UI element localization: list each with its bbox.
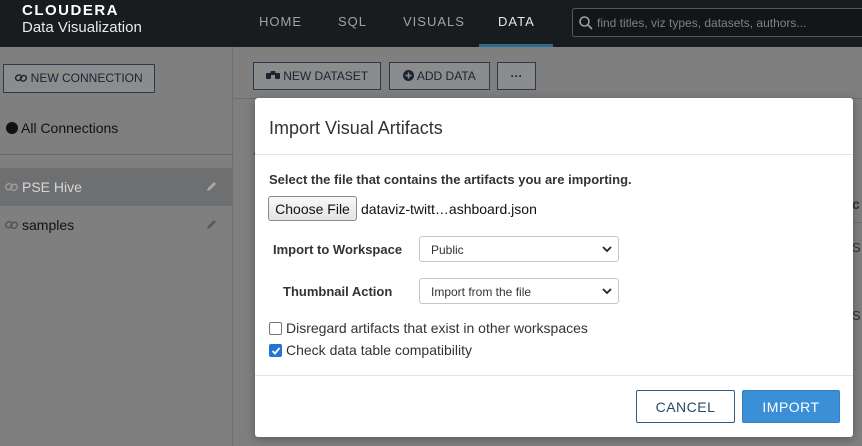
nav-sql[interactable]: SQL xyxy=(338,14,367,29)
search-icon xyxy=(579,16,593,30)
disregard-artifacts-label: Disregard artifacts that exist in other … xyxy=(286,320,588,336)
add-data-label: ADD DATA xyxy=(416,69,476,83)
pencil-icon[interactable] xyxy=(205,218,218,231)
chevron-down-icon xyxy=(602,246,612,253)
sidebar-item-samples[interactable]: samples xyxy=(0,206,233,244)
link-icon xyxy=(15,74,28,82)
dialog-title: Import Visual Artifacts xyxy=(269,118,443,138)
nav-data[interactable]: DATA xyxy=(498,14,535,29)
search-input[interactable] xyxy=(597,13,857,33)
column-header-fragment: c xyxy=(852,196,860,212)
plus-circle-icon xyxy=(403,70,415,81)
sidebar-item-label: samples xyxy=(22,217,75,233)
sidebar-item-pse-hive[interactable]: PSE Hive xyxy=(0,168,233,206)
brand-product: Data Visualization xyxy=(22,19,142,36)
thumbnail-select-value: Import from the file xyxy=(431,285,532,299)
link-icon xyxy=(5,182,18,192)
nav-active-indicator xyxy=(479,44,553,47)
check-compatibility-label: Check data table compatibility xyxy=(286,342,472,358)
sidebar-item-label: PSE Hive xyxy=(22,179,82,195)
import-visual-artifacts-dialog: Import Visual Artifacts Select the file … xyxy=(255,98,853,437)
checkmark-icon xyxy=(271,347,281,355)
workspace-select[interactable]: Public xyxy=(419,236,619,262)
pencil-icon[interactable] xyxy=(205,180,218,193)
workspace-select-value: Public xyxy=(431,243,464,257)
global-search[interactable] xyxy=(572,8,862,37)
selected-file-name: dataviz-twitt…ashboard.json xyxy=(361,201,537,217)
all-connections-label: All Connections xyxy=(21,120,119,136)
sidebar: NEW CONNECTION All Connections PSE Hive … xyxy=(0,47,233,446)
nav-home[interactable]: HOME xyxy=(259,14,302,29)
top-nav: CLOUDERA Data Visualization HOME SQL VIS… xyxy=(0,0,862,47)
new-connection-label: NEW CONNECTION xyxy=(30,71,143,85)
dataset-icon xyxy=(265,71,280,79)
table-cell-fragment: S xyxy=(852,240,861,255)
more-options-button[interactable]: ··· xyxy=(497,62,536,90)
link-icon xyxy=(5,220,18,230)
table-cell-fragment: S xyxy=(852,308,861,323)
file-instruction: Select the file that contains the artifa… xyxy=(269,172,632,187)
new-connection-button[interactable]: NEW CONNECTION xyxy=(3,64,155,93)
chevron-down-icon xyxy=(602,288,612,295)
new-dataset-label: NEW DATASET xyxy=(283,69,369,83)
globe-icon xyxy=(6,122,18,134)
sidebar-divider xyxy=(0,154,233,155)
brand-name: CLOUDERA xyxy=(22,2,119,19)
all-connections-link[interactable]: All Connections xyxy=(6,120,118,136)
import-button[interactable]: IMPORT xyxy=(742,390,840,423)
dialog-header-divider xyxy=(255,154,853,155)
disregard-artifacts-checkbox[interactable] xyxy=(269,322,282,335)
nav-visuals[interactable]: VISUALS xyxy=(403,14,465,29)
new-dataset-button[interactable]: NEW DATASET xyxy=(253,62,381,90)
check-compatibility-checkbox[interactable] xyxy=(269,344,282,357)
thumbnail-action-select[interactable]: Import from the file xyxy=(419,278,619,304)
choose-file-button[interactable]: Choose File xyxy=(268,196,357,221)
brand-logo[interactable]: CLOUDERA Data Visualization xyxy=(22,3,142,37)
thumbnail-action-label: Thumbnail Action xyxy=(283,284,393,299)
add-data-button[interactable]: ADD DATA xyxy=(389,62,490,90)
workspace-label: Import to Workspace xyxy=(273,242,403,257)
dialog-footer-divider xyxy=(255,375,853,376)
cancel-button[interactable]: CANCEL xyxy=(636,390,735,423)
